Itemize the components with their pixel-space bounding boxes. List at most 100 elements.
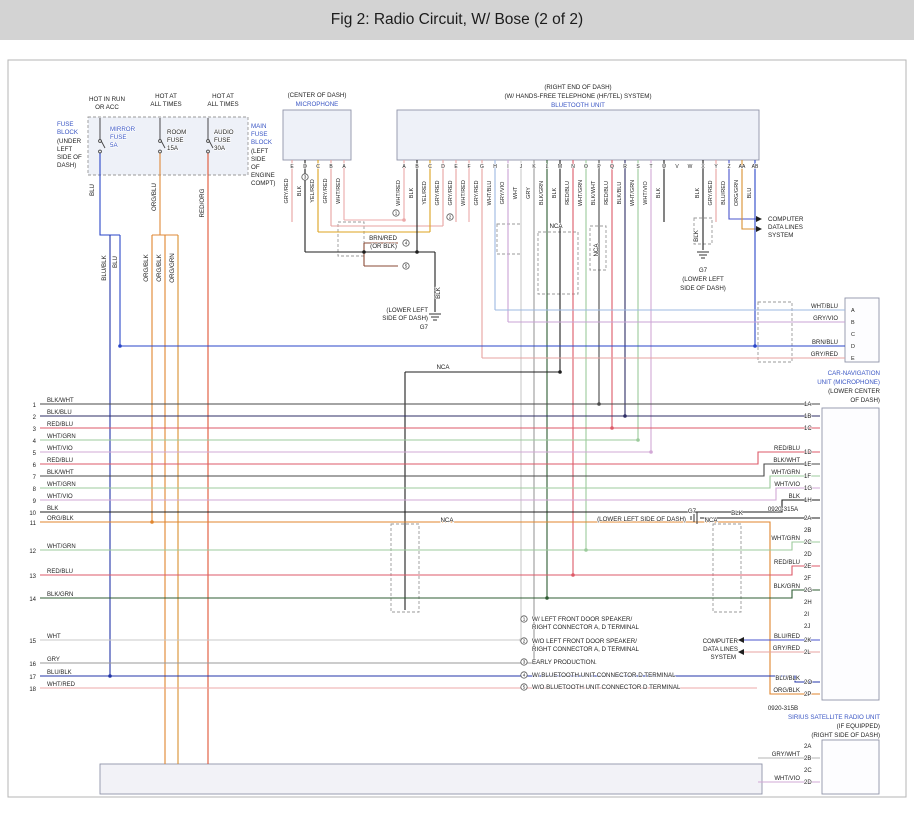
component-box xyxy=(822,408,879,700)
junction-dot xyxy=(753,344,757,348)
bottom-pin-label: 2C xyxy=(804,768,812,774)
text-label: 0920-315A xyxy=(768,506,799,513)
right-wire-label: WHT/VIO xyxy=(774,482,800,488)
text-label: (IF EQUIPPED) xyxy=(837,723,880,730)
right-pin-label: 1D xyxy=(804,450,812,456)
text-label: EARLY PRODUCTION. xyxy=(532,659,597,666)
bottom-wire-label: WHT/VIO xyxy=(774,776,800,782)
text-label: COMPT) xyxy=(251,180,275,187)
text-label: BLOCK xyxy=(251,139,273,146)
text-label: W/O LEFT FRONT DOOR SPEAKER/ xyxy=(532,638,637,645)
bt-pin-letter: AB xyxy=(752,164,759,170)
bt-pin-wire-label: GRY xyxy=(526,187,532,199)
wiring-diagram: 1234534512AWHT/REDBBLKCYEL/REDDGRY/REDEG… xyxy=(0,0,914,817)
text-label: W/O BLUETOOTH UNIT CONNECTOR D TERMINAL xyxy=(532,684,681,691)
bt-pin-letter: G xyxy=(480,164,484,170)
bt-pin-wire-label: RED/BLU xyxy=(565,181,571,205)
junction-dot xyxy=(558,370,562,374)
text-label: BLOCK xyxy=(57,129,79,136)
bt-pin-wire-label: WHT/RED xyxy=(461,180,467,206)
junction-dot xyxy=(545,596,549,600)
bt-pin-letter: AA xyxy=(739,164,746,170)
fuse-symbol xyxy=(159,150,162,153)
bt-pin-wire-label: GRY/VIO xyxy=(500,181,506,205)
text-label: HOT IN RUN xyxy=(89,96,125,103)
right-wire-label: BLK xyxy=(789,494,800,500)
junction-dot xyxy=(362,250,366,254)
text-label: FUSE xyxy=(214,137,231,144)
bt-pin-letter: N xyxy=(571,164,575,170)
text-label: AUDIO xyxy=(214,129,234,136)
bt-pin-wire-label: WHT/RED xyxy=(396,180,402,206)
text-label: ORG/GRN xyxy=(169,253,176,283)
mic-pin-wire-label: GRY/RED xyxy=(284,178,290,203)
row-wire-label: BLK/WHT xyxy=(47,470,74,476)
nav-pin-letter: A xyxy=(851,308,855,314)
junction-dot xyxy=(597,402,601,406)
text-label: W/ BLUETOOTH UNIT CONNECTOR D TERMINAL xyxy=(532,672,676,679)
text-label: (LOWER LEFT xyxy=(386,307,428,314)
row-wire-label: WHT/RED xyxy=(47,682,76,688)
note-number: 2 xyxy=(523,639,526,644)
right-wire-label: BLK/WHT xyxy=(773,458,800,464)
component-box xyxy=(822,740,879,794)
note-number: 5 xyxy=(523,685,526,690)
right-pin-label: 2P xyxy=(804,692,811,698)
text-label: BLK xyxy=(435,286,442,299)
text-label: SIDE OF DASH) xyxy=(680,285,726,292)
text-label: RED/ORG xyxy=(199,188,206,217)
text-label: OR ACC xyxy=(95,104,119,111)
text-label: ENGINE xyxy=(251,172,275,179)
text-label: LEFT xyxy=(57,146,72,153)
text-label: 15A xyxy=(167,145,179,152)
text-label: MAIN xyxy=(251,123,266,130)
bt-pin-wire-label: GRY/RED xyxy=(435,180,441,205)
bt-pin-letter: W xyxy=(688,164,693,170)
row-number: 18 xyxy=(29,687,36,693)
text-label: CAR-NAVIGATION xyxy=(828,370,880,377)
text-label: W/ LEFT FRONT DOOR SPEAKER/ xyxy=(532,616,632,623)
note-number: 4 xyxy=(405,241,408,246)
junction-dot xyxy=(623,414,627,418)
text-label: COMPUTER xyxy=(768,216,804,223)
fuse-symbol xyxy=(99,150,102,153)
row-wire-label: WHT/GRN xyxy=(47,544,76,550)
text-label: (OR BLK) xyxy=(370,243,397,250)
right-pin-label: 2E xyxy=(804,564,811,570)
text-label: MIRROR xyxy=(110,126,136,133)
bt-pin-wire-label: BLK/WHT xyxy=(591,180,597,205)
text-label: (RIGHT END OF DASH) xyxy=(544,84,611,91)
nav-pin-letter: D xyxy=(851,344,855,350)
bottom-pin-label: 2A xyxy=(804,744,811,750)
row-number: 12 xyxy=(29,549,36,555)
bt-pin-wire-label: BLK xyxy=(656,187,662,198)
junction-dot xyxy=(584,548,588,552)
text-label: NCA xyxy=(704,517,718,524)
text-label: BLK xyxy=(693,229,700,242)
text-label: (W/ HANDS-FREE TELEPHONE (HF/TEL) SYSTEM… xyxy=(504,93,651,100)
text-label: (RIGHT SIDE OF DASH) xyxy=(811,732,880,739)
text-label: SIDE xyxy=(251,156,265,163)
component-box xyxy=(283,110,351,160)
fuse-symbol xyxy=(207,150,210,153)
nav-wire-label: WHT/BLU xyxy=(811,304,838,310)
row-wire-label: RED/BLU xyxy=(47,458,73,464)
right-wire-label: RED/BLU xyxy=(774,446,800,452)
text-label: 30A xyxy=(214,145,226,152)
right-pin-label: 2L xyxy=(804,650,811,656)
row-wire-label: WHT/VIO xyxy=(47,446,73,452)
bottom-pin-label: 2B xyxy=(804,756,811,762)
text-label: DATA LINES xyxy=(703,646,738,653)
right-pin-label: 1C xyxy=(804,426,812,432)
junction-dot xyxy=(415,250,419,254)
bt-pin-letter: U xyxy=(662,164,666,170)
right-pin-label: 2D xyxy=(804,552,812,558)
bt-pin-letter: D xyxy=(441,164,445,170)
text-label: OF xyxy=(251,164,260,171)
bt-pin-wire-label: GRY/RED xyxy=(708,180,714,205)
text-label: FUSE xyxy=(167,137,184,144)
mic-pin-wire-label: BLK xyxy=(297,185,303,196)
text-label: ALL TIMES xyxy=(150,101,181,108)
right-pin-label: 2I xyxy=(804,612,809,618)
text-label: SIDE OF xyxy=(57,154,82,161)
